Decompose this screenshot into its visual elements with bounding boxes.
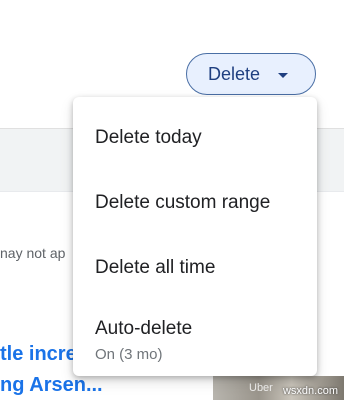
thumbnail-caption: Uber [249, 382, 273, 394]
menu-item-delete-all-time[interactable]: Delete all time [73, 235, 317, 300]
page: Delete nay not ap tle incre ng Arsen... … [0, 0, 344, 400]
menu-item-label: Auto-delete [95, 317, 193, 339]
menu-item-label: Delete all time [95, 256, 216, 278]
menu-item-auto-delete[interactable]: Auto-delete On (3 mo) [73, 300, 317, 380]
menu-item-label: Delete today [95, 126, 202, 148]
auto-delete-status: On (3 mo) [95, 345, 163, 363]
caret-down-icon [278, 72, 289, 78]
menu-item-delete-today[interactable]: Delete today [73, 105, 317, 170]
delete-options-menu: Delete today Delete custom range Delete … [73, 97, 317, 376]
watermark: wsxdn.com [282, 385, 338, 397]
delete-button-label: Delete [208, 63, 261, 84]
background-snippet-text: nay not ap [0, 245, 66, 261]
delete-dropdown-button[interactable]: Delete [186, 53, 316, 95]
menu-item-delete-custom-range[interactable]: Delete custom range [73, 170, 317, 235]
background-result-link[interactable]: tle incre [0, 343, 77, 366]
menu-item-label: Delete custom range [95, 191, 271, 213]
